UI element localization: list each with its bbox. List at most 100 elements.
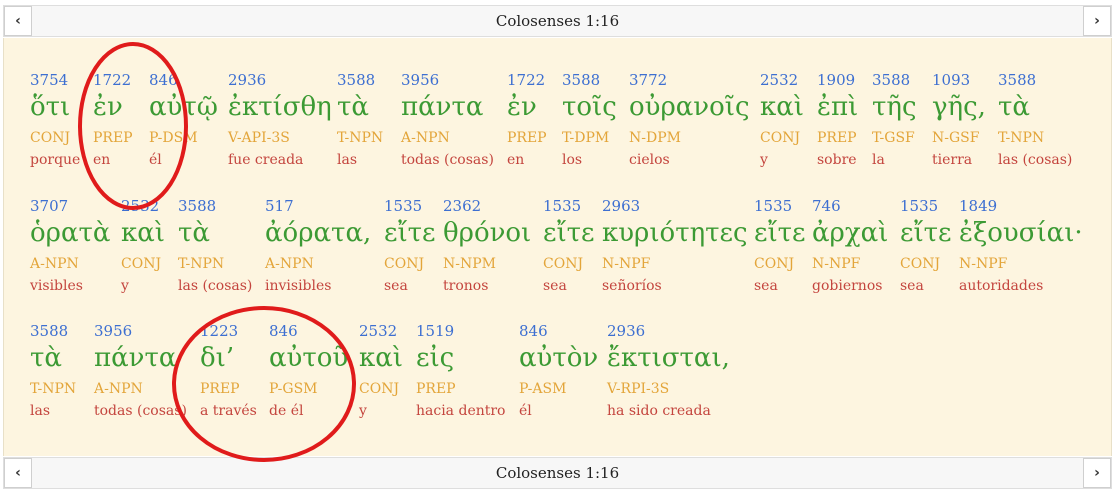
- interlinear-panel: 3754 ὅτι CONJ porque 1722 ἐν PREP en 846 αὐτῷ P-DS…: [3, 38, 1112, 456]
- strongs-number[interactable]: 1535: [543, 197, 581, 215]
- bottom-navigation-bar: ‹ Colosenses 1:16 ›: [3, 457, 1112, 489]
- strongs-number[interactable]: 3772: [629, 71, 667, 89]
- greek-word: εἴτε: [384, 218, 436, 248]
- greek-word: αὐτῷ: [149, 92, 218, 122]
- greek-word: ἀρχαὶ: [812, 218, 889, 248]
- greek-word: εἰς: [416, 343, 455, 373]
- greek-word: τὰ: [337, 92, 369, 122]
- morphology-code: T-NPN: [998, 130, 1045, 146]
- strongs-number[interactable]: 1909: [817, 71, 855, 89]
- morphology-code: CONJ: [543, 256, 584, 272]
- morphology-code: CONJ: [30, 130, 71, 146]
- greek-word: τῆς: [872, 92, 917, 122]
- spanish-gloss: sea: [384, 278, 408, 294]
- strongs-number[interactable]: 1722: [93, 71, 131, 89]
- strongs-number[interactable]: 3588: [337, 71, 375, 89]
- greek-word: κυριότητες: [602, 218, 748, 248]
- strongs-number[interactable]: 846: [149, 71, 178, 89]
- strongs-number[interactable]: 1849: [959, 197, 997, 215]
- strongs-number[interactable]: 746: [812, 197, 841, 215]
- morphology-code: PREP: [817, 130, 857, 146]
- morphology-code: N-GSF: [932, 130, 980, 146]
- greek-word: εἴτε: [754, 218, 806, 248]
- strongs-number[interactable]: 3588: [562, 71, 600, 89]
- spanish-gloss: visibles: [30, 278, 83, 294]
- morphology-code: CONJ: [121, 256, 162, 272]
- strongs-number[interactable]: 846: [519, 322, 548, 340]
- greek-word: θρόνοι: [443, 218, 532, 248]
- greek-word: καὶ: [121, 218, 166, 248]
- morphology-code: A-NPN: [265, 256, 314, 272]
- strongs-number[interactable]: 1223: [200, 322, 238, 340]
- morphology-code: N-NPM: [443, 256, 496, 272]
- greek-word: ἐν: [93, 92, 123, 122]
- strongs-number[interactable]: 3707: [30, 197, 68, 215]
- morphology-code: P-GSM: [269, 381, 318, 397]
- spanish-gloss: cielos: [629, 152, 670, 168]
- morphology-code: PREP: [200, 381, 240, 397]
- morphology-code: PREP: [93, 130, 133, 146]
- greek-word: ἐκτίσθη: [228, 92, 332, 122]
- strongs-number[interactable]: 3588: [872, 71, 910, 89]
- strongs-number[interactable]: 1722: [507, 71, 545, 89]
- strongs-number[interactable]: 1093: [932, 71, 970, 89]
- spanish-gloss: fue creada: [228, 152, 304, 168]
- morphology-code: T-GSF: [872, 130, 915, 146]
- spanish-gloss: señoríos: [602, 278, 662, 294]
- strongs-number[interactable]: 3588: [998, 71, 1036, 89]
- morphology-code: N-NPF: [959, 256, 1008, 272]
- spanish-gloss: en: [93, 152, 111, 168]
- strongs-number[interactable]: 2532: [121, 197, 159, 215]
- greek-word: εἴτε: [543, 218, 595, 248]
- strongs-number[interactable]: 2362: [443, 197, 481, 215]
- strongs-number[interactable]: 2532: [359, 322, 397, 340]
- morphology-code: CONJ: [384, 256, 425, 272]
- strongs-number[interactable]: 1535: [384, 197, 422, 215]
- spanish-gloss: tierra: [932, 152, 973, 168]
- top-navigation-bar: ‹ Colosenses 1:16 ›: [3, 5, 1112, 37]
- strongs-number[interactable]: 1519: [416, 322, 454, 340]
- greek-word: τὰ: [998, 92, 1030, 122]
- greek-word: τὰ: [178, 218, 210, 248]
- spanish-gloss: la: [872, 152, 885, 168]
- morphology-code: V-API-3S: [228, 130, 290, 146]
- chevron-right-icon: ›: [1094, 465, 1100, 481]
- morphology-code: N-NPF: [812, 256, 861, 272]
- greek-word: οὐρανοῖς: [629, 92, 750, 122]
- spanish-gloss: él: [519, 403, 532, 419]
- morphology-code: PREP: [416, 381, 456, 397]
- morphology-code: T-DPM: [562, 130, 610, 146]
- strongs-number[interactable]: 846: [269, 322, 298, 340]
- strongs-number[interactable]: 2532: [760, 71, 798, 89]
- greek-word: δι’: [200, 343, 235, 373]
- strongs-number[interactable]: 2963: [602, 197, 640, 215]
- strongs-number[interactable]: 3956: [401, 71, 439, 89]
- strongs-number[interactable]: 1535: [900, 197, 938, 215]
- strongs-number[interactable]: 2936: [228, 71, 266, 89]
- greek-word: ἐξουσίαι·: [959, 218, 1083, 248]
- morphology-code: CONJ: [359, 381, 400, 397]
- spanish-gloss: tronos: [443, 278, 489, 294]
- next-verse-button[interactable]: ›: [1083, 6, 1111, 36]
- morphology-code: CONJ: [760, 130, 801, 146]
- strongs-number[interactable]: 517: [265, 197, 294, 215]
- strongs-number[interactable]: 2936: [607, 322, 645, 340]
- strongs-number[interactable]: 3588: [30, 322, 68, 340]
- greek-word: ὅτι: [30, 92, 71, 122]
- greek-word: ἐν: [507, 92, 537, 122]
- morphology-code: CONJ: [900, 256, 941, 272]
- strongs-number[interactable]: 3754: [30, 71, 68, 89]
- strongs-number[interactable]: 3588: [178, 197, 216, 215]
- spanish-gloss: sea: [543, 278, 567, 294]
- greek-word: τοῖς: [562, 92, 617, 122]
- chevron-right-icon: ›: [1094, 13, 1100, 29]
- spanish-gloss: y: [121, 278, 129, 294]
- strongs-number[interactable]: 1535: [754, 197, 792, 215]
- strongs-number[interactable]: 3956: [94, 322, 132, 340]
- greek-word: πάντα: [401, 92, 484, 122]
- morphology-code: N-NPF: [602, 256, 651, 272]
- next-verse-button[interactable]: ›: [1083, 458, 1111, 488]
- morphology-code: A-NPN: [401, 130, 450, 146]
- spanish-gloss: de él: [269, 403, 304, 419]
- verse-reference: Colosenses 1:16: [495, 464, 620, 482]
